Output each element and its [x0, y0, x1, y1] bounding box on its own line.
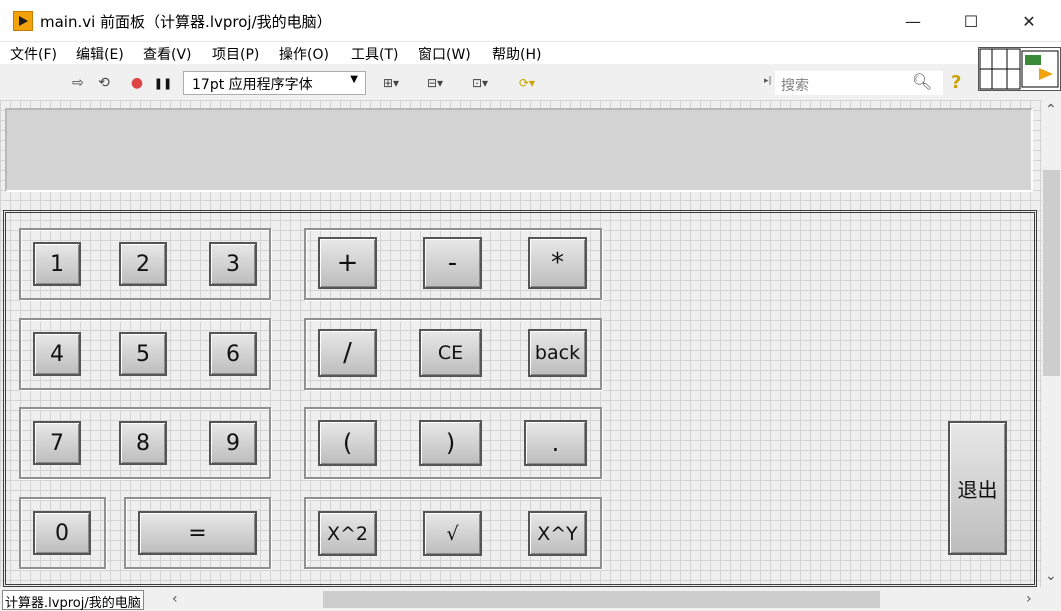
run-arrow-icon[interactable]: ⇨: [68, 73, 88, 93]
minimize-button[interactable]: —: [884, 0, 942, 42]
open-paren-button[interactable]: (: [318, 420, 377, 466]
digit-5-button[interactable]: 5: [119, 332, 167, 376]
power-button[interactable]: X^Y: [528, 511, 587, 556]
align-objects-icon[interactable]: ⊞▾: [374, 73, 408, 93]
result-display: [5, 108, 1033, 192]
resize-objects-icon[interactable]: ⊡▾: [462, 73, 498, 93]
digit-3-button[interactable]: 3: [209, 242, 257, 286]
menu-operate[interactable]: 操作(O): [279, 44, 329, 64]
search-icon[interactable]: 🔍︎: [912, 72, 932, 91]
labview-app-icon: [13, 11, 33, 31]
vertical-scroll-thumb[interactable]: [1043, 170, 1060, 376]
digit-2-button[interactable]: 2: [119, 242, 167, 286]
clear-entry-button[interactable]: CE: [419, 329, 482, 377]
scroll-left-icon[interactable]: ‹: [172, 591, 178, 607]
help-icon[interactable]: ?: [951, 72, 961, 93]
search-expand-icon[interactable]: ▸|: [764, 76, 772, 86]
window-title: main.vi 前面板（计算器.lvproj/我的电脑）: [40, 13, 332, 31]
reorder-icon[interactable]: ⟳▾: [510, 73, 544, 93]
multiply-button[interactable]: *: [528, 237, 587, 289]
font-select-label: 17pt 应用程序字体: [192, 77, 313, 93]
chevron-down-icon: ▼: [350, 74, 358, 85]
menu-window[interactable]: 窗口(W): [418, 44, 471, 64]
abort-icon[interactable]: ●: [126, 73, 148, 93]
horizontal-scroll-thumb[interactable]: [323, 591, 880, 608]
plus-button[interactable]: +: [318, 237, 377, 289]
menu-file[interactable]: 文件(F): [10, 44, 57, 64]
digit-8-button[interactable]: 8: [119, 421, 167, 465]
digit-0-button[interactable]: 0: [33, 511, 91, 555]
pause-icon[interactable]: ❚❚: [153, 73, 173, 93]
menu-help[interactable]: 帮助(H): [492, 44, 541, 64]
divide-button[interactable]: /: [318, 329, 377, 377]
scroll-down-icon[interactable]: ⌄: [1045, 568, 1057, 584]
run-continuously-icon[interactable]: ⟲: [93, 73, 115, 93]
backspace-button[interactable]: back: [528, 329, 587, 377]
menu-edit[interactable]: 编辑(E): [76, 44, 124, 64]
decimal-point-button[interactable]: .: [524, 420, 587, 466]
project-path-label: 计算器.lvproj/我的电脑: [2, 590, 144, 611]
close-button[interactable]: ✕: [1000, 0, 1058, 42]
scroll-up-icon[interactable]: ⌃: [1045, 102, 1057, 118]
exit-button[interactable]: 退出: [948, 421, 1007, 555]
digit-4-button[interactable]: 4: [33, 332, 81, 376]
digit-7-button[interactable]: 7: [33, 421, 81, 465]
vi-connector-pane-icon[interactable]: [978, 47, 1061, 91]
front-panel-canvas: 1 2 3 4 5 6 7 8 9 0 = + - * / CE back ( …: [0, 100, 1042, 587]
digit-9-button[interactable]: 9: [209, 421, 257, 465]
font-select[interactable]: 17pt 应用程序字体 ▼: [183, 71, 366, 95]
maximize-button[interactable]: ☐: [942, 0, 1000, 42]
close-paren-button[interactable]: ): [419, 420, 482, 466]
digit-1-button[interactable]: 1: [33, 242, 81, 286]
distribute-objects-icon[interactable]: ⊟▾: [418, 73, 452, 93]
minus-button[interactable]: -: [423, 237, 482, 289]
search-placeholder: 搜索: [781, 78, 809, 94]
digit-6-button[interactable]: 6: [209, 332, 257, 376]
sqrt-button[interactable]: √: [423, 511, 482, 556]
menu-view[interactable]: 查看(V): [143, 44, 192, 64]
equals-button[interactable]: =: [138, 511, 257, 555]
scroll-right-icon[interactable]: ›: [1026, 591, 1032, 607]
connector-pane-icon: [979, 48, 1059, 90]
square-button[interactable]: X^2: [318, 511, 377, 556]
menu-tools[interactable]: 工具(T): [351, 44, 398, 64]
menu-project[interactable]: 项目(P): [212, 44, 259, 64]
